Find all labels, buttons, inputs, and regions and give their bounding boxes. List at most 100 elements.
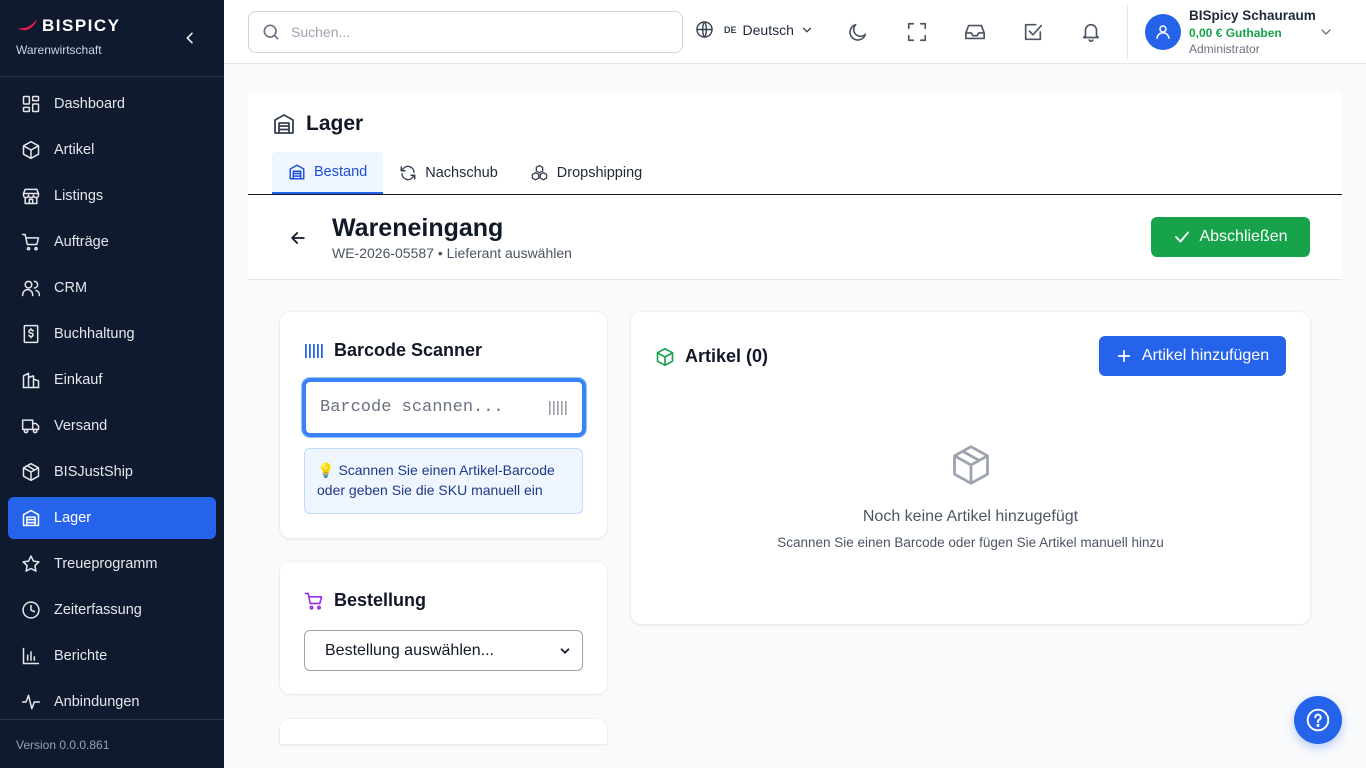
- tab-label: Dropshipping: [556, 165, 643, 181]
- plus-icon: [1117, 349, 1131, 363]
- sidebar-item-crm[interactable]: CRM: [8, 267, 216, 309]
- sidebar-item-buchhaltung[interactable]: Buchhaltung: [8, 313, 216, 355]
- search-input[interactable]: [291, 24, 671, 40]
- sidebar-item-label: Artikel: [54, 142, 95, 158]
- sidebar-item-einkauf[interactable]: Einkauf: [8, 359, 216, 401]
- users-icon: [20, 277, 42, 299]
- empty-state-subtitle: Scannen Sie einen Barcode oder fügen Sie…: [777, 535, 1164, 550]
- barcode-scanner-title: Barcode Scanner: [304, 340, 482, 361]
- sidebar-item-lager[interactable]: Lager: [8, 497, 216, 539]
- empty-package-icon: [949, 442, 993, 488]
- help-button[interactable]: [1294, 696, 1342, 744]
- order-title: Bestellung: [304, 590, 426, 611]
- tab-label: Bestand: [314, 164, 368, 180]
- notifications-button[interactable]: [1079, 20, 1103, 44]
- finish-button[interactable]: Abschließen: [1151, 217, 1310, 257]
- sidebar-item-label: Treueprogramm: [54, 556, 158, 572]
- tasks-button[interactable]: [1021, 20, 1045, 44]
- search-icon: [263, 24, 279, 40]
- finish-button-label: Abschließen: [1199, 228, 1288, 245]
- tabs: Bestand Nachschub Dropshipping: [272, 152, 658, 194]
- sidebar-divider: [0, 76, 224, 77]
- order-select-value: Bestellung auswählen...: [325, 641, 494, 659]
- page-header: Lager Bestand Nachschub Dropshipping War…: [248, 92, 1342, 280]
- chevron-left-icon: [186, 32, 193, 44]
- version-label: Version 0.0.0.861: [16, 738, 110, 752]
- sidebar-item-zeiterfassung[interactable]: Zeiterfassung: [8, 589, 216, 631]
- warehouse-icon: [20, 507, 42, 529]
- barcode-input[interactable]: [320, 398, 540, 417]
- inbox-button[interactable]: [963, 20, 987, 44]
- dark-mode-button[interactable]: [846, 20, 870, 44]
- user-menu[interactable]: BISpicy Schauraum 0,00 € Guthaben Admini…: [1145, 8, 1316, 56]
- star-icon: [20, 553, 42, 575]
- topbar: DE Deutsch BISpicy Schauraum 0,00 € Guth…: [224, 0, 1366, 64]
- add-article-button[interactable]: Artikel hinzufügen: [1099, 336, 1286, 376]
- language-code: DE: [724, 24, 737, 35]
- sidebar-nav: Dashboard Artikel Listings Aufträge CRM …: [8, 83, 216, 727]
- package-icon: [20, 461, 42, 483]
- dashboard-icon: [20, 93, 42, 115]
- tab-label: Nachschub: [425, 165, 498, 181]
- sidebar-item-anbindungen[interactable]: Anbindungen: [8, 681, 216, 723]
- check-icon: [1175, 231, 1190, 243]
- order-card: Bestellung Bestellung auswählen...: [280, 562, 607, 694]
- language-selector[interactable]: DE Deutsch: [695, 20, 814, 39]
- collapse-sidebar-button[interactable]: [180, 28, 200, 48]
- search-box[interactable]: [248, 11, 683, 53]
- sidebar-item-dashboard[interactable]: Dashboard: [8, 83, 216, 125]
- tab-nachschub[interactable]: Nachschub: [383, 152, 514, 194]
- sidebar-item-label: Zeiterfassung: [54, 602, 142, 618]
- user-info: BISpicy Schauraum 0,00 € Guthaben Admini…: [1189, 8, 1316, 56]
- warehouse-icon: [274, 114, 294, 134]
- back-button[interactable]: [286, 226, 310, 250]
- chevron-down-icon: [802, 27, 812, 33]
- sidebar-item-auftraege[interactable]: Aufträge: [8, 221, 216, 263]
- fullscreen-button[interactable]: [905, 20, 929, 44]
- language-name: Deutsch: [742, 21, 794, 38]
- bar-chart-icon: [20, 645, 42, 667]
- barcode-input-wrapper[interactable]: [302, 378, 586, 437]
- truck-icon: [20, 415, 42, 437]
- sidebar-item-label: Aufträge: [54, 234, 109, 250]
- building-icon: [20, 369, 42, 391]
- document-title: Wareneingang: [332, 214, 504, 242]
- sidebar-item-label: Lager: [54, 510, 92, 526]
- brand-subtitle: Warenwirtschaft: [16, 43, 102, 57]
- help-icon: [1306, 708, 1330, 732]
- cart-icon: [304, 592, 323, 610]
- sidebar-item-listings[interactable]: Listings: [8, 175, 216, 217]
- additional-card: [280, 719, 607, 744]
- sidebar-item-berichte[interactable]: Berichte: [8, 635, 216, 677]
- sidebar-item-artikel[interactable]: Artikel: [8, 129, 216, 171]
- arrow-left-icon: [291, 232, 305, 244]
- refresh-icon: [400, 165, 416, 181]
- topbar-divider: [1127, 4, 1128, 60]
- globe-icon: [696, 21, 713, 38]
- sidebar-item-label: Listings: [54, 188, 104, 204]
- brand-name: BISPICY: [42, 16, 121, 35]
- checkbox-icon: [1024, 23, 1043, 41]
- cart-icon: [20, 231, 42, 253]
- receipt-icon: [20, 323, 42, 345]
- sidebar-item-label: Dashboard: [54, 96, 125, 112]
- sidebar-item-versand[interactable]: Versand: [8, 405, 216, 447]
- header-divider: [248, 279, 1342, 280]
- order-select[interactable]: Bestellung auswählen...: [304, 630, 583, 671]
- card-title-text: Barcode Scanner: [334, 340, 483, 360]
- sidebar-item-label: Buchhaltung: [54, 326, 135, 342]
- tab-dropshipping[interactable]: Dropshipping: [514, 152, 658, 194]
- chevron-down-icon: [1321, 29, 1331, 35]
- add-article-label: Artikel hinzufügen: [1141, 347, 1270, 364]
- user-menu-toggle[interactable]: [1318, 24, 1334, 40]
- sidebar-item-treueprogramm[interactable]: Treueprogramm: [8, 543, 216, 585]
- brand-logo: BISPICY: [16, 16, 121, 36]
- tab-bestand[interactable]: Bestand: [272, 152, 384, 194]
- avatar: [1145, 14, 1181, 50]
- sidebar-item-label: Einkauf: [54, 372, 103, 388]
- sidebar-item-bisjustship[interactable]: BISJustShip: [8, 451, 216, 493]
- fullscreen-icon: [907, 22, 927, 42]
- user-name: BISpicy Schauraum: [1189, 8, 1316, 23]
- empty-state-title: Noch keine Artikel hinzugefügt: [862, 508, 1079, 525]
- chevron-down-icon: [560, 647, 570, 654]
